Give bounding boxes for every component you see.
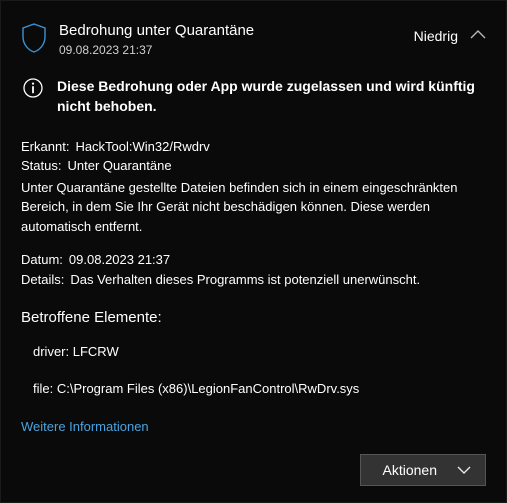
details-label: Details: [21, 270, 64, 290]
more-info-link[interactable]: Weitere Informationen: [21, 417, 486, 437]
date-label: Datum: [21, 250, 63, 270]
detected-label: Erkannt: [21, 137, 69, 157]
status-label: Status: [21, 156, 61, 176]
affected-item: file: C:\Program Files (x86)\LegionFanCo…: [21, 379, 486, 399]
severity-label: Niedrig: [414, 28, 458, 44]
shield-icon: [21, 21, 59, 58]
threat-timestamp: 09.08.2023 21:37: [59, 43, 414, 57]
header: Bedrohung unter Quarantäne 09.08.2023 21…: [21, 21, 486, 58]
threat-title: Bedrohung unter Quarantäne: [59, 21, 414, 41]
actions-button-label: Aktionen: [383, 462, 437, 478]
status-value: Unter Quarantäne: [67, 156, 171, 176]
info-message: Diese Bedrohung oder App wurde zugelasse…: [57, 76, 486, 117]
actions-button[interactable]: Aktionen: [360, 454, 486, 486]
info-icon: [23, 76, 43, 103]
severity-toggle[interactable]: Niedrig: [414, 21, 486, 45]
detected-value: HackTool:Win32/Rwdrv: [75, 137, 209, 157]
chevron-up-icon: [470, 27, 486, 45]
details-block: Erkannt HackTool:Win32/Rwdrv Status Unte…: [21, 137, 486, 437]
affected-item: driver: LFCRW: [21, 342, 486, 362]
chevron-down-icon: [457, 462, 471, 478]
info-banner: Diese Bedrohung oder App wurde zugelasse…: [21, 76, 486, 117]
affected-title: Betroffene Elemente:: [21, 307, 486, 330]
quarantine-description: Unter Quarantäne gestellte Dateien befin…: [21, 178, 486, 237]
details-value: Das Verhalten dieses Programms ist poten…: [70, 270, 420, 290]
footer: Aktionen: [21, 438, 486, 486]
date-value: 09.08.2023 21:37: [69, 250, 170, 270]
threat-detail-panel: Bedrohung unter Quarantäne 09.08.2023 21…: [0, 0, 507, 503]
